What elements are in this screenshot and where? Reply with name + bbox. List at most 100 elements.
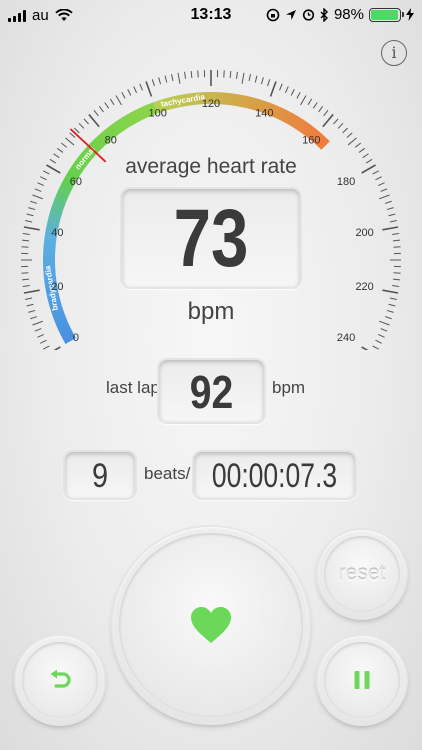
gauge-minor-tick (379, 194, 390, 200)
gauge-minor-tick (300, 95, 307, 106)
gauge-minor-tick (342, 127, 349, 134)
gauge-minor-tick (333, 118, 339, 125)
pause-icon (354, 671, 370, 689)
gauge-tick-label: 220 (355, 281, 373, 293)
gauge-minor-tick (115, 95, 122, 106)
gauge-minor-tick (139, 83, 143, 91)
beats-label: beats/ (144, 464, 191, 483)
gauge-minor-tick (380, 188, 388, 192)
gauge-minor-tick (279, 83, 283, 91)
gauge-tick-label: 80 (105, 134, 117, 146)
gauge-minor-tick (337, 122, 344, 129)
gauge-minor-tick (254, 75, 258, 83)
heart-icon (191, 607, 231, 643)
gauge-minor-tick (34, 328, 42, 332)
gauge-minor-tick (229, 70, 232, 79)
status-bar: au 13:13 98% (0, 0, 422, 30)
location-icon (285, 9, 296, 20)
gauge-minor-tick (127, 89, 132, 96)
gauge-minor-tick (392, 233, 400, 236)
gauge-minor-tick (347, 137, 357, 146)
status-right: 98% (266, 6, 414, 23)
undo-button[interactable] (16, 636, 104, 724)
gauge-minor-tick (93, 109, 99, 117)
gauge-minor-tick (21, 278, 30, 281)
bluetooth-icon (320, 7, 328, 22)
timer-value: 00:00:07.3 (211, 457, 338, 495)
reset-button-label: reset (338, 562, 386, 585)
gauge-major-tick (23, 226, 40, 231)
gauge-minor-tick (40, 339, 47, 344)
gauge-minor-tick (109, 98, 115, 106)
gauge-minor-tick (21, 239, 30, 242)
gauge-tick-label: 20 (51, 281, 63, 293)
gauge-minor-tick (267, 79, 271, 87)
gauge-minor-tick (318, 105, 324, 113)
gauge-minor-tick (83, 118, 89, 125)
gauge-tick-label: 240 (337, 332, 355, 344)
gauge-minor-tick (235, 71, 238, 79)
last-lap-label: last lap (106, 378, 160, 397)
pause-button[interactable] (318, 636, 406, 724)
gauge-minor-tick (26, 213, 34, 217)
timer-display: 00:00:07.3 (192, 450, 357, 500)
gauge-minor-tick (43, 345, 50, 350)
gauge-tick-label: 100 (148, 107, 166, 119)
gauge-minor-tick (296, 92, 301, 99)
gauge-minor-tick (346, 132, 353, 138)
gauge-minor-tick (65, 137, 75, 146)
gauge-minor-tick (56, 147, 64, 153)
average-heart-rate-display: 73 (120, 187, 302, 289)
gauge-minor-tick (158, 77, 162, 85)
gauge-tick-label: 160 (302, 134, 320, 146)
gauge-minor-tick (190, 70, 193, 79)
gauge-minor-tick (358, 147, 366, 153)
gauge-minor-tick (384, 200, 392, 204)
gauge-minor-tick (392, 239, 401, 242)
undo-arrow-icon (50, 669, 71, 688)
gauge-minor-tick (78, 122, 85, 129)
gauge-minor-tick (133, 86, 138, 94)
gauge-tick-label: 140 (255, 107, 273, 119)
gauge-major-tick (322, 113, 334, 128)
gauge-minor-tick (34, 188, 42, 192)
gauge-minor-tick (354, 142, 362, 148)
gauge-minor-tick (388, 213, 396, 217)
tap-heart-button[interactable] (113, 527, 309, 723)
gauge-minor-tick (28, 207, 36, 211)
gauge-minor-tick (392, 284, 400, 287)
beats-count-value: 9 (91, 457, 109, 495)
gauge-minor-tick (375, 339, 382, 344)
gauge-minor-tick (60, 142, 68, 148)
gauge-major-tick (53, 346, 61, 350)
gauge-minor-tick (307, 98, 313, 106)
gauge-minor-tick (22, 284, 30, 287)
gauge-tick-label: 0 (73, 332, 79, 344)
gauge-minor-tick (312, 102, 318, 109)
gauge-minor-tick (30, 200, 38, 204)
gauge-minor-tick (151, 79, 155, 87)
gauge-tick-label: 200 (355, 227, 373, 239)
gauge-major-tick (382, 226, 399, 231)
gauge-minor-tick (98, 105, 104, 113)
gauge-minor-tick (290, 89, 295, 96)
gauge-major-tick (23, 289, 40, 294)
gauge-minor-tick (377, 333, 385, 338)
gauge-minor-tick (377, 182, 385, 187)
gauge-minor-tick (164, 75, 168, 83)
gauge-minor-tick (248, 74, 251, 82)
gauge-minor-tick (37, 333, 45, 338)
gauge-minor-tick (104, 102, 110, 109)
average-heart-rate-value: 73 (173, 193, 249, 284)
gauge-major-tick (361, 346, 369, 350)
charging-icon (406, 8, 414, 21)
gauge-minor-tick (389, 220, 397, 223)
gauge-minor-tick (121, 92, 126, 99)
reset-button[interactable]: reset (318, 530, 406, 618)
gauge-minor-tick (323, 109, 329, 117)
gauge-minor-tick (37, 182, 45, 187)
gauge-major-tick (88, 113, 100, 128)
average-unit-label: bpm (187, 298, 235, 325)
gauge-minor-tick (25, 220, 33, 223)
average-heart-rate-label: average heart rate (125, 155, 297, 178)
